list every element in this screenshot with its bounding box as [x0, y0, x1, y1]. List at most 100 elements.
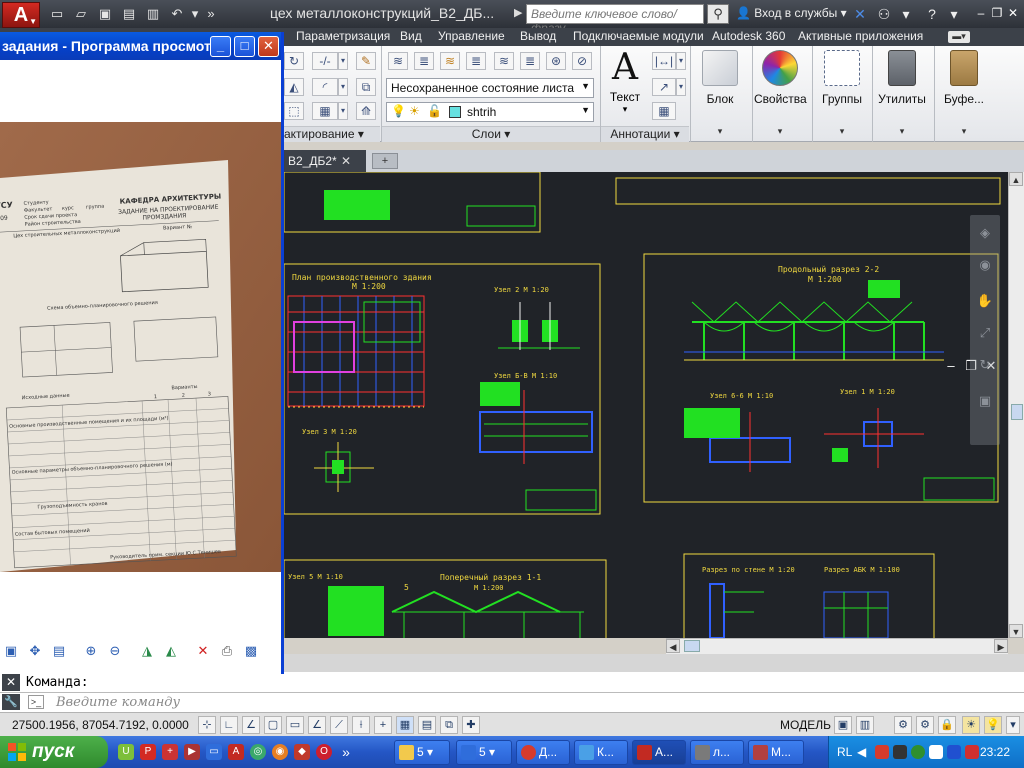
lock-icon[interactable]: 🔒: [938, 716, 956, 734]
polar-icon[interactable]: ▢: [264, 716, 282, 734]
quicklaunch-firefox-icon[interactable]: ◉: [272, 744, 288, 760]
toolbar-dropdown-icon[interactable]: ▾: [896, 4, 916, 24]
task-button-m[interactable]: М...: [748, 740, 804, 765]
showmotion-icon[interactable]: ▣: [975, 391, 995, 411]
ducs-icon[interactable]: ⟊: [352, 716, 370, 734]
steering-wheel-icon[interactable]: ◉: [975, 255, 995, 275]
orbit-icon[interactable]: ↻: [975, 355, 995, 375]
language-indicator[interactable]: RL: [837, 745, 852, 759]
drawing-canvas[interactable]: План производственного здания М 1:200 Уз…: [284, 172, 1008, 638]
scroll-up-icon[interactable]: ▲: [1009, 172, 1023, 186]
layout1-icon[interactable]: ▣: [834, 716, 852, 734]
search-input[interactable]: Введите ключевое слово/фразу: [526, 4, 704, 35]
pan-hand-icon[interactable]: ✋: [975, 291, 995, 311]
zoom-in-icon[interactable]: ⊕: [82, 642, 100, 660]
3d-osnap-icon[interactable]: ∠: [308, 716, 326, 734]
quicklaunch-pdf-icon[interactable]: P: [140, 744, 156, 760]
plot-icon[interactable]: ▥: [144, 5, 162, 22]
tab-parametrization[interactable]: Параметризация: [296, 28, 390, 46]
quicklaunch-media-icon[interactable]: ▶: [184, 744, 200, 760]
autocad-app-menu-button[interactable]: A ▼: [2, 2, 40, 28]
minimize-icon[interactable]: ‒: [974, 5, 988, 21]
selection-cycling-icon[interactable]: ✚: [462, 716, 480, 734]
panel-modify-title[interactable]: актирование ▾: [284, 126, 380, 142]
array-icon[interactable]: ▦: [312, 102, 338, 120]
help-icon[interactable]: ?: [922, 4, 942, 24]
layer-previous-icon[interactable]: ≣: [466, 52, 486, 70]
viewer-minimize-icon[interactable]: _: [210, 36, 231, 57]
tray-expand-icon[interactable]: ◀: [857, 745, 871, 759]
rotate-icon[interactable]: ↻: [284, 52, 304, 70]
task-button-l[interactable]: л...: [690, 740, 744, 765]
panel-layers-title[interactable]: Слои ▾: [382, 126, 600, 142]
grid-icon[interactable]: ∟: [220, 716, 238, 734]
fillet-dropdown-icon[interactable]: ▾: [338, 78, 348, 96]
rotate-counterclockwise-icon[interactable]: ◭: [162, 642, 180, 660]
snap-icon[interactable]: ⊹: [198, 716, 216, 734]
new-file-icon[interactable]: ▭: [48, 5, 66, 22]
tab-output[interactable]: Вывод: [520, 28, 556, 46]
save-icon[interactable]: ▣: [96, 5, 114, 22]
quicklaunch-autocad-icon[interactable]: A: [228, 744, 244, 760]
actual-size-icon[interactable]: ✥: [26, 642, 44, 660]
close-icon[interactable]: ✕: [1006, 5, 1020, 21]
horizontal-scroll-thumb[interactable]: [684, 640, 700, 652]
delete-icon[interactable]: ✕: [194, 642, 212, 660]
vertical-scrollbar[interactable]: ▲ ▼: [1008, 172, 1024, 638]
exchange-icon[interactable]: ✕: [850, 4, 870, 24]
tab-view[interactable]: Вид: [400, 28, 422, 46]
tray-window-icon[interactable]: [929, 745, 943, 759]
undo-icon[interactable]: ↶: [168, 5, 186, 22]
command-prompt-icon[interactable]: >_: [28, 695, 44, 709]
ortho-icon[interactable]: ∠: [242, 716, 260, 734]
command-line-settings-icon[interactable]: 🔧: [2, 694, 20, 710]
start-button[interactable]: пуск: [0, 736, 108, 768]
viewport-minimize-icon[interactable]: ‒: [944, 358, 958, 373]
otrack-icon[interactable]: ⟋: [330, 716, 348, 734]
connect-icon[interactable]: ⚇: [874, 4, 894, 24]
layer-isolate-icon[interactable]: ≋: [494, 52, 514, 70]
task-button-autocad[interactable]: А...: [632, 740, 686, 765]
text-button[interactable]: A Текст ▾: [604, 50, 646, 115]
fillet-icon[interactable]: ◜: [312, 78, 338, 96]
isolate-objects-icon[interactable]: ☀: [962, 716, 980, 734]
statusbar-menu-icon[interactable]: ▾: [1006, 716, 1020, 734]
layer-properties-icon[interactable]: ≋: [388, 52, 408, 70]
horizontal-scrollbar[interactable]: ◀ ▶: [666, 638, 1008, 654]
scroll-down-icon[interactable]: ▼: [1009, 624, 1023, 638]
slideshow-icon[interactable]: ▤: [50, 642, 68, 660]
task-button-folders[interactable]: 5 ▾: [394, 740, 450, 765]
quicklaunch-opera-icon[interactable]: O: [316, 744, 332, 760]
groups-button[interactable]: Группы ▾: [816, 50, 868, 137]
scale-icon[interactable]: ⬚: [284, 102, 304, 120]
rotate-clockwise-icon[interactable]: ◮: [138, 642, 156, 660]
network-icon[interactable]: [911, 745, 925, 759]
zoom-extents-icon[interactable]: ⤢: [975, 323, 995, 343]
print-icon[interactable]: ⎙: [218, 642, 236, 660]
properties-button[interactable]: Свойства ▾: [754, 50, 807, 137]
help-dropdown-icon[interactable]: ▾: [944, 4, 964, 24]
dyn-icon[interactable]: +: [374, 716, 392, 734]
quicklaunch-window-icon[interactable]: ▭: [206, 744, 222, 760]
dimension-icon[interactable]: |↔|: [652, 52, 676, 70]
quick-properties-icon[interactable]: ⧉: [440, 716, 458, 734]
fit-window-icon[interactable]: ▣: [2, 642, 20, 660]
osnap-icon[interactable]: ▭: [286, 716, 304, 734]
command-line-close-icon[interactable]: ✕: [2, 673, 20, 691]
quicklaunch-plus-icon[interactable]: +: [162, 744, 178, 760]
task-button-k[interactable]: К...: [574, 740, 628, 765]
transparency-icon[interactable]: ▤: [418, 716, 436, 734]
restore-icon[interactable]: ❐: [990, 5, 1004, 21]
tray-app-icon[interactable]: [893, 745, 907, 759]
binoculars-icon[interactable]: ⚲: [707, 4, 729, 24]
save-copy-icon[interactable]: ▩: [242, 642, 260, 660]
quicklaunch-more-icon[interactable]: »: [338, 744, 354, 760]
lineweight-icon[interactable]: ▦: [396, 716, 414, 734]
antivirus-icon[interactable]: [875, 745, 889, 759]
annotation-scale-icon[interactable]: ⚙: [894, 716, 912, 734]
offset-icon[interactable]: ⟰: [356, 102, 376, 120]
array-dropdown-icon[interactable]: ▾: [338, 102, 348, 120]
layout2-icon[interactable]: ▥: [856, 716, 874, 734]
utilities-button[interactable]: Утилиты ▾: [876, 50, 928, 137]
scroll-left-icon[interactable]: ◀: [666, 639, 680, 653]
